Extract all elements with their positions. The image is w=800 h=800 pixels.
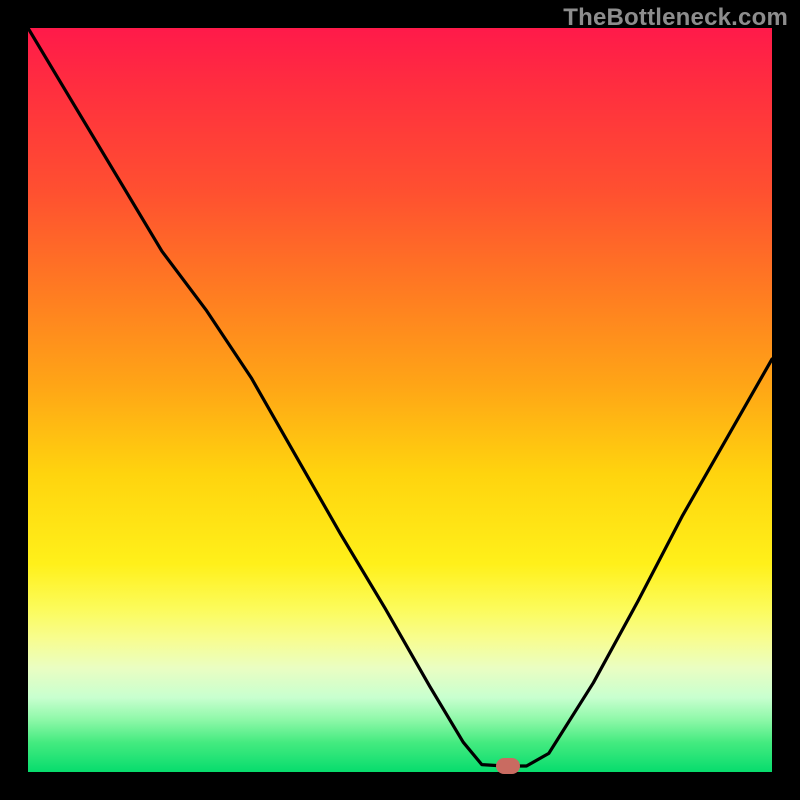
plot-area [28, 28, 772, 772]
optimum-marker [496, 758, 520, 774]
bottleneck-curve [28, 28, 772, 772]
chart-frame: TheBottleneck.com [0, 0, 800, 800]
